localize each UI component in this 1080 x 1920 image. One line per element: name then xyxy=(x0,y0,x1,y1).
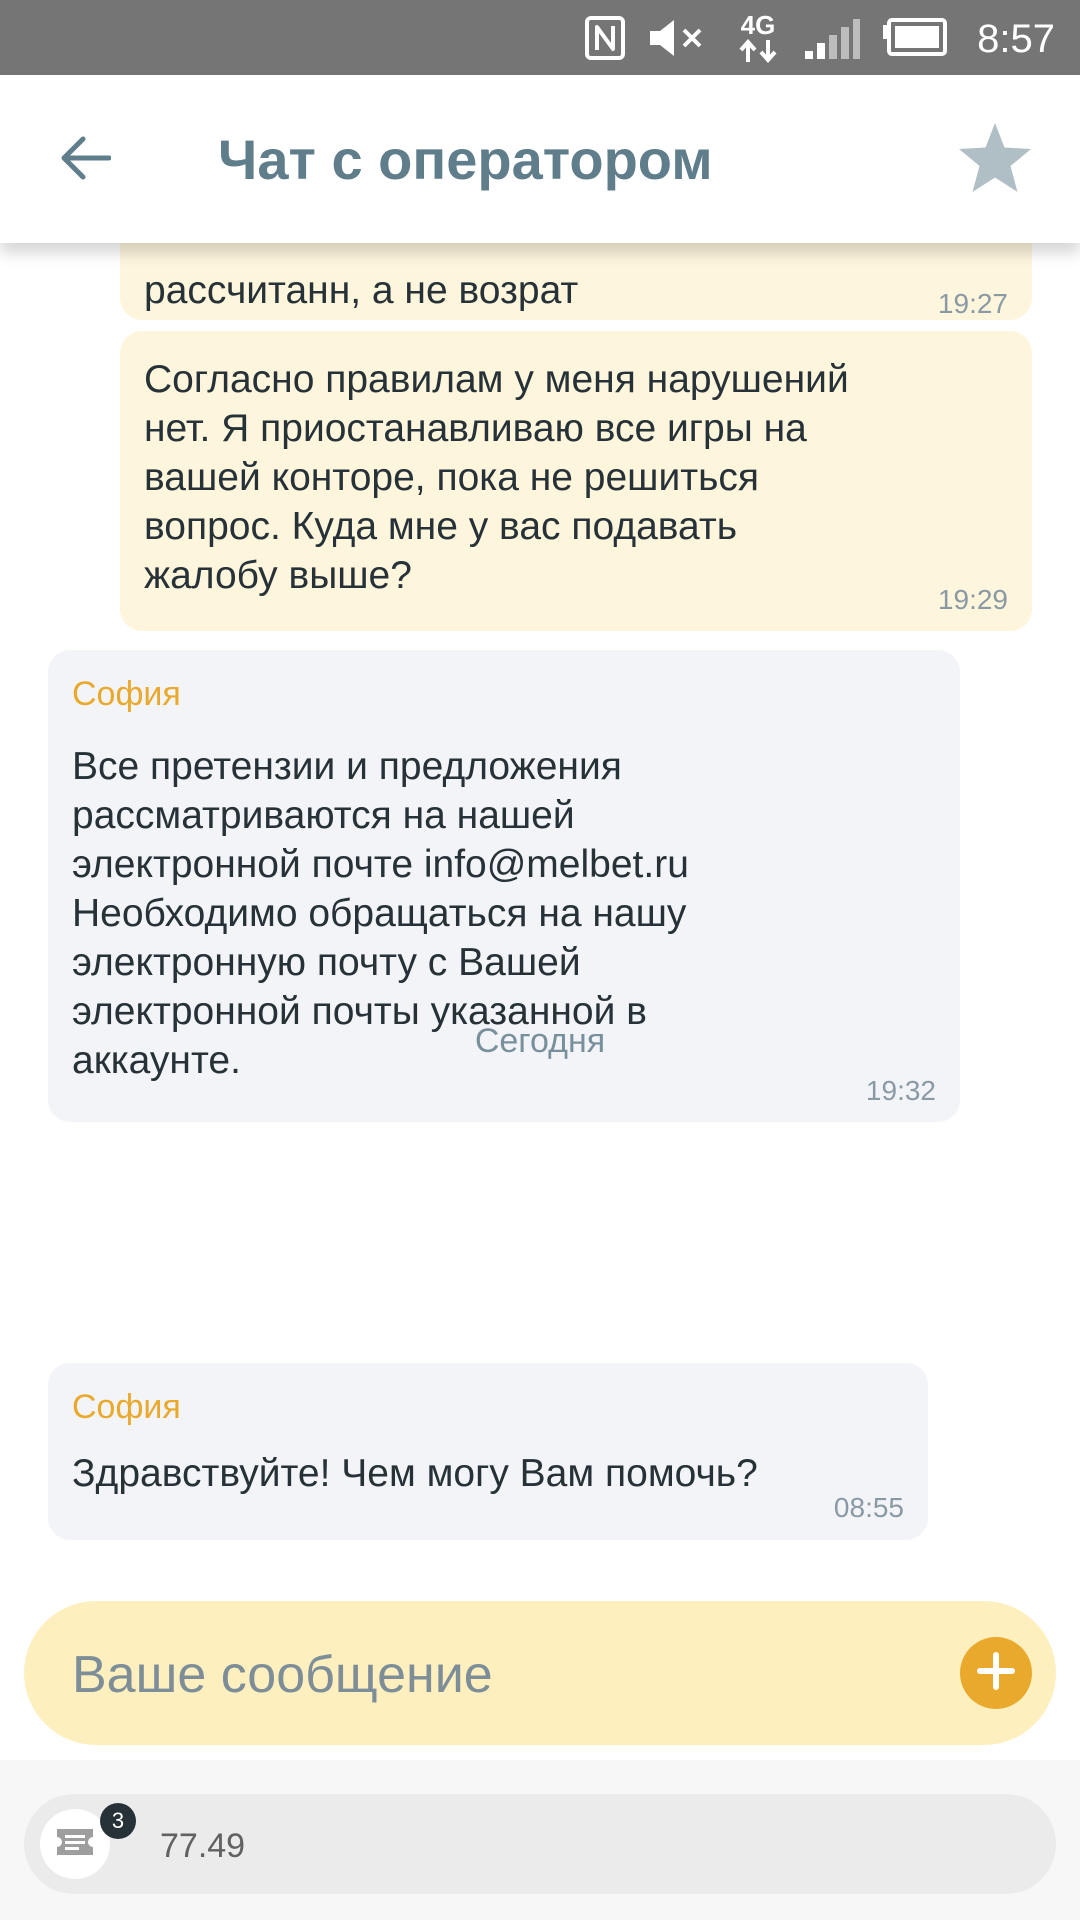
chat-message-user: рассчитанн, а не возрат 19:27 xyxy=(120,243,1032,320)
battery-icon xyxy=(880,0,950,75)
message-time: 19:27 xyxy=(937,288,1008,319)
signal-icon xyxy=(802,0,862,75)
message-text: рассчитанн, а не возрат xyxy=(144,269,579,312)
coupon-button[interactable]: 3 xyxy=(40,1803,136,1879)
coupon-bar[interactable]: 3 77.49 xyxy=(24,1794,1056,1894)
page-title: Чат с оператором xyxy=(218,128,713,191)
coupon-icon xyxy=(53,1825,97,1864)
message-time: 19:32 xyxy=(865,1075,936,1106)
date-separator: Сегодня xyxy=(474,1022,606,1060)
plus-icon xyxy=(976,1651,1016,1696)
chat-messages[interactable]: рассчитанн, а не возрат 19:27 Согласно п… xyxy=(0,243,1080,1590)
message-input[interactable]: Ваше сообщение xyxy=(24,1601,1056,1745)
attach-button[interactable] xyxy=(960,1637,1032,1709)
sender-name: София xyxy=(72,1388,181,1426)
network-label: 4G xyxy=(740,9,776,40)
chat-message-user: Согласно правилам у меня нарушений нет. … xyxy=(120,331,1032,631)
network-4g-icon: 4G xyxy=(730,0,786,75)
app-bar: Чат с оператором xyxy=(0,75,1080,243)
sender-name: София xyxy=(72,675,181,713)
status-time: 8:57 xyxy=(977,17,1055,61)
favorite-button[interactable] xyxy=(955,120,1035,200)
arrow-left-icon xyxy=(59,135,112,186)
chat-message-operator: София Здравствуйте! Чем могу Вам помочь?… xyxy=(48,1363,928,1540)
message-text: Здравствуйте! Чем могу Вам помочь? xyxy=(72,1452,758,1495)
bottom-bar: 3 77.49 xyxy=(0,1760,1080,1920)
status-bar: 4G 8:57 xyxy=(0,0,1080,75)
message-time: 08:55 xyxy=(833,1492,904,1523)
coupon-value: 77.49 xyxy=(160,1827,246,1865)
mute-icon xyxy=(645,0,707,75)
star-icon xyxy=(956,121,1034,200)
back-button[interactable] xyxy=(50,125,120,195)
nfc-icon xyxy=(580,0,630,75)
message-time: 19:29 xyxy=(937,584,1008,615)
coupon-count-badge: 3 xyxy=(100,1803,136,1839)
message-placeholder: Ваше сообщение xyxy=(72,1646,493,1704)
message-text: Согласно правилам у меня нарушений нет. … xyxy=(144,358,849,597)
